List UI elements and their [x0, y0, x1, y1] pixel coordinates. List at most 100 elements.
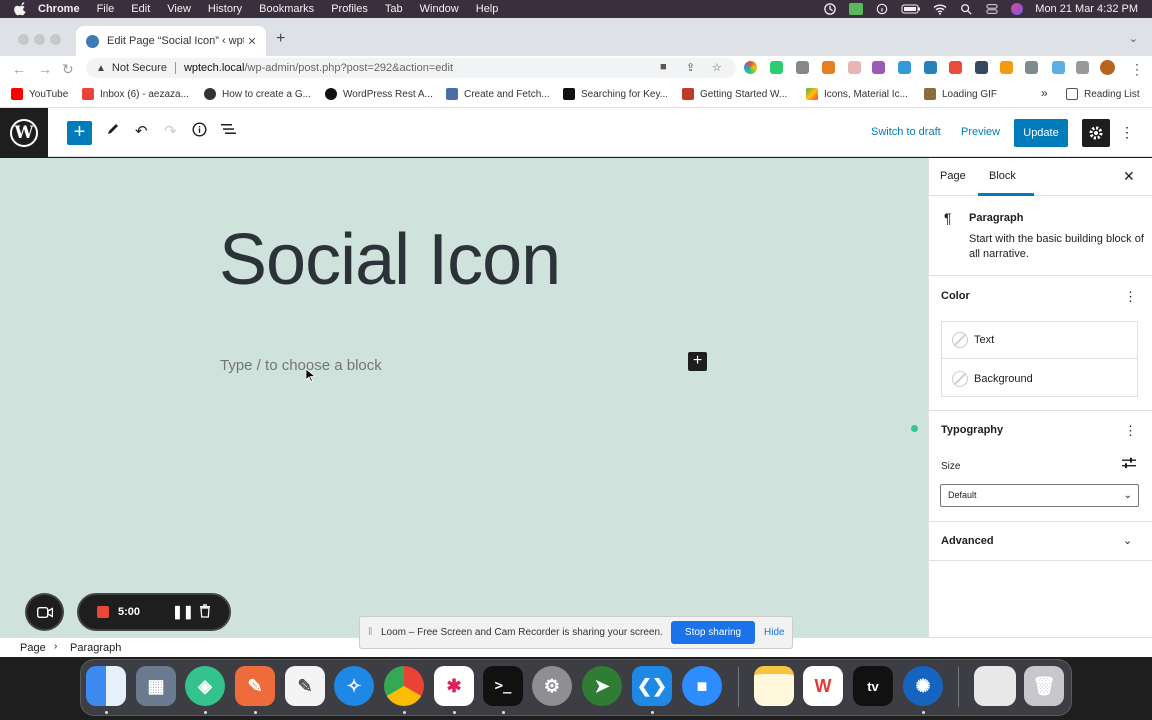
tab-close-icon[interactable]: ✕ — [244, 35, 260, 48]
background-color-option[interactable]: Background — [942, 360, 1137, 397]
reload-icon[interactable]: ↻ — [62, 61, 74, 78]
local-app-icon[interactable]: ◈ — [185, 666, 225, 706]
tab-page[interactable]: Page — [940, 170, 966, 182]
browser-tab-active[interactable]: Edit Page “Social Icon” ‹ wptec ✕ — [76, 26, 266, 56]
preview-button[interactable]: Preview — [961, 126, 1000, 138]
extension-gray-icon[interactable] — [1025, 61, 1038, 74]
menu-help[interactable]: Help — [476, 0, 499, 18]
list-view-icon[interactable] — [221, 122, 236, 140]
inline-add-block-button[interactable]: + — [688, 352, 707, 371]
typography-panel-heading[interactable]: Typography — [941, 424, 1003, 436]
breadcrumb-page[interactable]: Page — [20, 642, 46, 654]
forward-arrow-icon[interactable]: → — [38, 61, 52, 77]
camera-blocked-icon[interactable]: ■ — [660, 61, 667, 73]
menu-profiles[interactable]: Profiles — [331, 0, 368, 18]
window-zoom-button[interactable] — [50, 34, 61, 45]
chrome-icon[interactable] — [384, 666, 424, 706]
bookmark-star-icon[interactable]: ☆ — [712, 61, 722, 74]
hide-banner-button[interactable]: Hide — [764, 627, 785, 638]
extension-blue-icon[interactable] — [898, 61, 911, 74]
timer-icon[interactable] — [823, 3, 837, 15]
spotlight-search-icon[interactable] — [959, 3, 973, 15]
menu-window[interactable]: Window — [420, 0, 459, 18]
custom-size-toggle-icon[interactable] — [1122, 457, 1136, 472]
clock[interactable]: Mon 21 Mar 4:32 PM — [1035, 3, 1138, 15]
font-size-select[interactable]: Default ⌄ — [940, 484, 1139, 507]
menu-tab[interactable]: Tab — [385, 0, 403, 18]
close-sidebar-icon[interactable]: ✕ — [1123, 168, 1135, 185]
green-app-icon[interactable] — [849, 3, 864, 15]
trash-icon[interactable] — [199, 604, 211, 621]
slack-icon[interactable]: ✱ — [434, 666, 474, 706]
new-tab-plus-icon[interactable]: + — [276, 30, 285, 48]
advanced-chevron-down-icon[interactable]: ⌄ — [1123, 534, 1132, 547]
color-options-kebab-icon[interactable]: ⋮ — [1124, 289, 1137, 305]
apple-icon[interactable] — [14, 2, 28, 16]
control-center-icon[interactable] — [985, 3, 999, 15]
address-bar[interactable]: ▲ Not Secure wptech.local /wp-admin/post… — [86, 58, 736, 78]
menu-app-name[interactable]: Chrome — [38, 0, 80, 18]
advanced-panel-heading[interactable]: Advanced — [941, 535, 994, 547]
wps-office-icon[interactable]: W — [803, 666, 843, 706]
bookmark-item[interactable]: Getting Started W... — [682, 88, 787, 100]
pause-icon[interactable]: ❚❚ — [172, 604, 194, 620]
extension-pen-icon[interactable] — [872, 61, 885, 74]
extension-move-icon[interactable] — [796, 61, 809, 74]
window-minimize-button[interactable] — [34, 34, 45, 45]
extension-green-icon[interactable] — [770, 61, 783, 74]
back-arrow-icon[interactable]: ← — [12, 61, 26, 77]
notes-icon[interactable] — [754, 666, 794, 706]
color-panel-heading[interactable]: Color — [941, 290, 970, 302]
warning-triangle-icon[interactable]: ▲ — [96, 63, 106, 74]
block-placeholder[interactable]: Type / to choose a block — [220, 357, 382, 374]
breadcrumb-paragraph[interactable]: Paragraph — [70, 642, 121, 654]
add-block-button[interactable]: + — [67, 121, 92, 145]
page-title[interactable]: Social Icon — [219, 219, 561, 301]
details-info-icon[interactable] — [192, 122, 207, 141]
reading-list[interactable]: Reading List — [1066, 88, 1140, 100]
options-kebab-icon[interactable]: ⋮ — [1120, 124, 1134, 141]
update-button[interactable]: Update — [1014, 119, 1068, 147]
menu-bookmarks[interactable]: Bookmarks — [259, 0, 314, 18]
text-color-option[interactable]: Text — [942, 322, 1137, 359]
battery-icon[interactable] — [901, 3, 921, 15]
chrome-window-thumbnail-icon[interactable] — [974, 666, 1016, 706]
info-status-icon[interactable] — [875, 3, 889, 15]
zoom-icon[interactable]: ■ — [682, 666, 722, 706]
share-icon[interactable]: ⇪ — [686, 61, 695, 74]
menu-file[interactable]: File — [97, 0, 115, 18]
drag-handle-icon[interactable]: ‖ — [368, 626, 373, 638]
extension-dark-icon[interactable] — [975, 61, 988, 74]
tab-block[interactable]: Block — [989, 170, 1016, 182]
safari-icon[interactable]: ✧ — [334, 666, 374, 706]
extension-yellow-icon[interactable] — [1000, 61, 1013, 74]
siri-icon[interactable] — [1011, 3, 1024, 15]
terminal-icon[interactable]: >_ — [483, 666, 523, 706]
extension-orange-icon[interactable] — [822, 61, 835, 74]
stop-sharing-button[interactable]: Stop sharing — [671, 621, 755, 644]
bookmarks-overflow[interactable]: » — [1041, 86, 1048, 100]
bookmark-item[interactable]: Loading GIF — [924, 88, 997, 100]
extension-calendar-icon[interactable] — [848, 61, 861, 74]
stop-recording-button[interactable] — [97, 606, 109, 618]
postman-icon[interactable]: ✎ — [235, 666, 275, 706]
switch-to-draft-button[interactable]: Switch to draft — [871, 126, 941, 138]
bookmark-item[interactable]: Searching for Key... — [563, 88, 668, 100]
tools-pencil-icon[interactable] — [106, 122, 120, 140]
extensions-puzzle-icon[interactable] — [1076, 61, 1089, 74]
wifi-icon[interactable] — [933, 3, 947, 15]
security-label[interactable]: Not Secure — [112, 62, 167, 74]
loom-icon[interactable]: ✺ — [903, 666, 943, 706]
bookmark-item[interactable]: Create and Fetch... — [446, 88, 550, 100]
extension-translate-icon[interactable] — [1052, 61, 1065, 74]
bookmark-item[interactable]: How to create a G... — [204, 88, 311, 100]
loom-camera-button[interactable] — [25, 593, 64, 631]
compass-app-icon[interactable]: ➤ — [582, 666, 622, 706]
undo-icon[interactable]: ↶ — [135, 122, 148, 140]
wordpress-logo-button[interactable]: W — [0, 108, 48, 157]
bookmark-item[interactable]: YouTube — [11, 88, 68, 100]
extension-color-picker-icon[interactable] — [744, 61, 757, 74]
menu-view[interactable]: View — [167, 0, 191, 18]
bookmark-item[interactable]: Inbox (6) - aezaza... — [82, 88, 189, 100]
launchpad-icon[interactable]: ▦ — [136, 666, 176, 706]
